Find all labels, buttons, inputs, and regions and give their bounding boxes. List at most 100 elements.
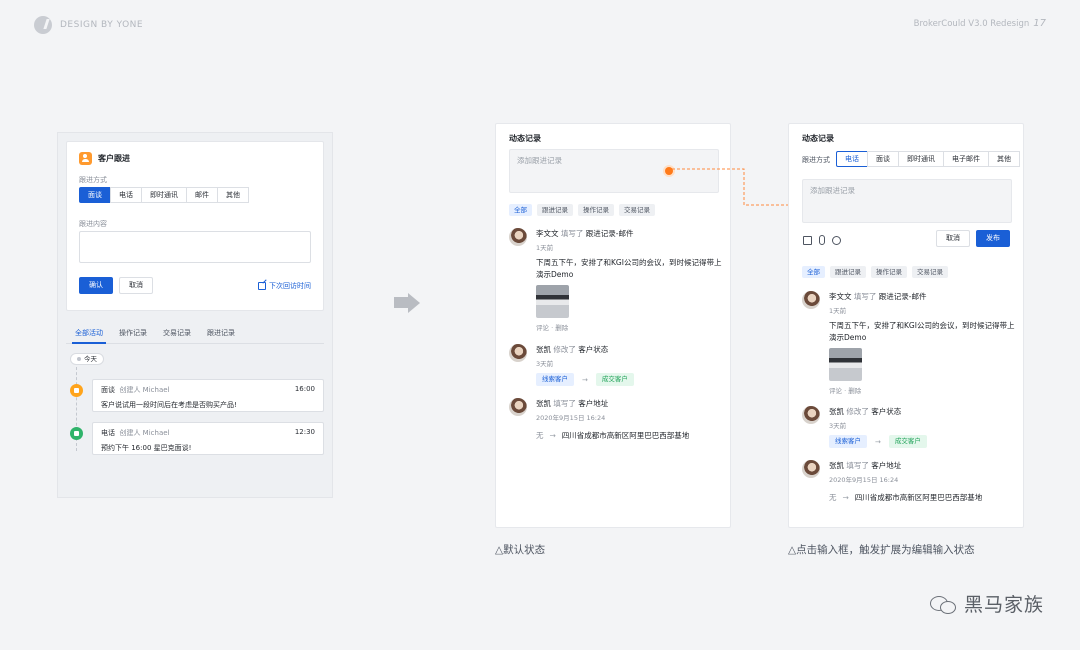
brand: DESIGN BY YONE bbox=[34, 16, 143, 34]
status-to-tag: 成交客户 bbox=[888, 435, 927, 448]
image-icon[interactable] bbox=[803, 235, 812, 245]
follow-form-card: 客户跟进 跟进方式 面谈 电话 即时通讯 邮件 其他 跟进内容 确认 取消 下次… bbox=[66, 141, 324, 311]
entry-verb: 填写了 bbox=[553, 399, 576, 408]
activity-card[interactable]: 面谈 创建人 Michael 16:00 客户说试用一段时间后在考虑是否购买产品… bbox=[92, 379, 324, 412]
attachment-icon[interactable] bbox=[819, 235, 825, 245]
entry-time: 2020年9月15日 16:24 bbox=[536, 414, 606, 422]
next-visit-text: 下次回访时间 bbox=[269, 282, 311, 290]
activity-creator: 创建人 Michael bbox=[119, 386, 170, 394]
cancel-button[interactable]: 取消 bbox=[119, 277, 153, 294]
method-option[interactable]: 面谈 bbox=[867, 151, 899, 167]
caption-expanded: △点击输入框，触发扩展为编辑输入状态 bbox=[788, 544, 975, 556]
edit-icon bbox=[258, 282, 266, 290]
attachment-image[interactable] bbox=[829, 348, 862, 381]
method-option[interactable]: 其他 bbox=[217, 187, 249, 203]
caption-default: △默认状态 bbox=[495, 544, 546, 556]
activity-text: 预约下午 16:00 星巴克面谈! bbox=[101, 444, 192, 452]
today-text: 今天 bbox=[84, 355, 97, 363]
activity-time: 12:30 bbox=[294, 428, 315, 436]
method-option[interactable]: 其他 bbox=[988, 151, 1020, 167]
filter-transaction[interactable]: 交易记录 bbox=[619, 204, 655, 216]
address-from: 无 bbox=[536, 431, 544, 440]
activity-creator: 创建人 Michael bbox=[119, 429, 170, 437]
tab-operation[interactable]: 操作记录 bbox=[119, 328, 147, 338]
filter-transaction[interactable]: 交易记录 bbox=[912, 266, 948, 278]
method-label: 跟进方式 bbox=[79, 176, 107, 184]
entry-actions[interactable]: 评论 · 删除 bbox=[536, 322, 724, 332]
filter-all[interactable]: 全部 bbox=[509, 204, 532, 216]
transition-arrow-icon bbox=[394, 297, 408, 308]
feed-filters: 全部 跟进记录 操作记录 交易记录 bbox=[509, 204, 655, 216]
entry-object: 跟进记录-邮件 bbox=[878, 292, 927, 301]
entry-actions[interactable]: 评论 · 删除 bbox=[829, 385, 1017, 395]
entry-name: 张凯 bbox=[829, 461, 844, 470]
method-option[interactable]: 电话 bbox=[836, 151, 868, 167]
method-option[interactable]: 即时通讯 bbox=[141, 187, 187, 203]
activity-type: 电话 bbox=[101, 429, 115, 437]
entry-name: 张凯 bbox=[829, 407, 844, 416]
entry-verb: 填写了 bbox=[846, 461, 869, 470]
method-option[interactable]: 电子邮件 bbox=[943, 151, 989, 167]
feed-entry: 张凯 修改了 客户状态 3天前 线索客户 → 成交客户 bbox=[509, 344, 724, 386]
page-number: 17 bbox=[1033, 18, 1046, 29]
filter-follow[interactable]: 跟进记录 bbox=[537, 204, 573, 216]
arrow-right-icon: → bbox=[875, 437, 881, 446]
connector-line bbox=[672, 168, 800, 206]
activity-card[interactable]: 电话 创建人 Michael 12:30 预约下午 16:00 星巴克面谈! bbox=[92, 422, 324, 455]
tab-all-activity[interactable]: 全部活动 bbox=[75, 328, 103, 338]
feed-title: 动态记录 bbox=[802, 134, 834, 143]
method-option[interactable]: 即时通讯 bbox=[898, 151, 944, 167]
filter-follow[interactable]: 跟进记录 bbox=[830, 266, 866, 278]
today-dot-icon bbox=[77, 357, 81, 361]
address-from: 无 bbox=[829, 493, 837, 502]
method-option[interactable]: 电话 bbox=[110, 187, 142, 203]
avatar bbox=[509, 398, 527, 416]
entry-object: 客户状态 bbox=[578, 345, 609, 354]
tab-transaction[interactable]: 交易记录 bbox=[163, 328, 191, 338]
tab-indicator bbox=[72, 342, 106, 344]
publish-button[interactable]: 发布 bbox=[976, 230, 1010, 247]
entry-time: 3天前 bbox=[536, 360, 554, 368]
cancel-button[interactable]: 取消 bbox=[936, 230, 970, 247]
entry-name: 李文文 bbox=[829, 292, 852, 301]
attachment-image[interactable] bbox=[536, 285, 569, 318]
tab-follow[interactable]: 跟进记录 bbox=[207, 328, 235, 338]
transition-arrow-head bbox=[408, 293, 420, 313]
status-to-tag: 成交客户 bbox=[595, 373, 634, 386]
status-from-tag: 线索客户 bbox=[536, 373, 574, 386]
method-label: 跟进方式 bbox=[802, 156, 830, 164]
avatar bbox=[802, 291, 820, 309]
feed-entry: 李文文 填写了 跟进记录-邮件 1天前 下周五下午，安排了和KGI公司的会议，到… bbox=[802, 291, 1017, 395]
entry-time: 1天前 bbox=[536, 244, 554, 252]
entry-name: 李文文 bbox=[536, 229, 559, 238]
editor-actions: 取消 发布 bbox=[936, 230, 1010, 247]
method-option[interactable]: 面谈 bbox=[79, 187, 111, 203]
filter-operation[interactable]: 操作记录 bbox=[871, 266, 907, 278]
entry-verb: 填写了 bbox=[853, 292, 877, 301]
add-record-input[interactable]: 添加跟进记录 bbox=[802, 179, 1012, 223]
method-selector: 面谈 电话 即时通讯 邮件 其他 bbox=[79, 187, 249, 203]
filter-operation[interactable]: 操作记录 bbox=[578, 204, 614, 216]
wechat-icon bbox=[929, 594, 956, 614]
feed-title: 动态记录 bbox=[509, 134, 541, 143]
activity-tabs: 全部活动 操作记录 交易记录 跟进记录 bbox=[75, 328, 235, 338]
feed-entry: 张凯 填写了 客户地址 2020年9月15日 16:24 无 → 四川省成都市高… bbox=[802, 460, 1017, 503]
content-textarea[interactable] bbox=[79, 231, 311, 263]
arrow-right-icon: → bbox=[549, 431, 556, 440]
method-option[interactable]: 邮件 bbox=[186, 187, 218, 203]
address-to: 四川省成都市高新区阿里巴巴西部基地 bbox=[854, 493, 983, 502]
confirm-button[interactable]: 确认 bbox=[79, 277, 113, 294]
input-placeholder: 添加跟进记录 bbox=[517, 156, 562, 165]
version-text: BrokerCould V3.0 Redesign bbox=[913, 19, 1030, 29]
form-actions: 确认 取消 bbox=[79, 277, 153, 294]
feed-entry: 张凯 修改了 客户状态 3天前 线索客户 → 成交客户 bbox=[802, 406, 1017, 448]
next-visit-link[interactable]: 下次回访时间 bbox=[258, 281, 311, 291]
activity-time: 16:00 bbox=[294, 385, 315, 393]
brand-logo-icon bbox=[34, 16, 52, 34]
entry-time: 2020年9月15日 16:24 bbox=[829, 476, 899, 484]
mention-icon[interactable] bbox=[832, 235, 841, 245]
filter-all[interactable]: 全部 bbox=[802, 266, 825, 278]
feed-entry: 张凯 填写了 客户地址 2020年9月15日 16:24 无 → 四川省成都市高… bbox=[509, 398, 724, 441]
entry-time: 1天前 bbox=[829, 307, 847, 315]
avatar bbox=[509, 228, 527, 246]
